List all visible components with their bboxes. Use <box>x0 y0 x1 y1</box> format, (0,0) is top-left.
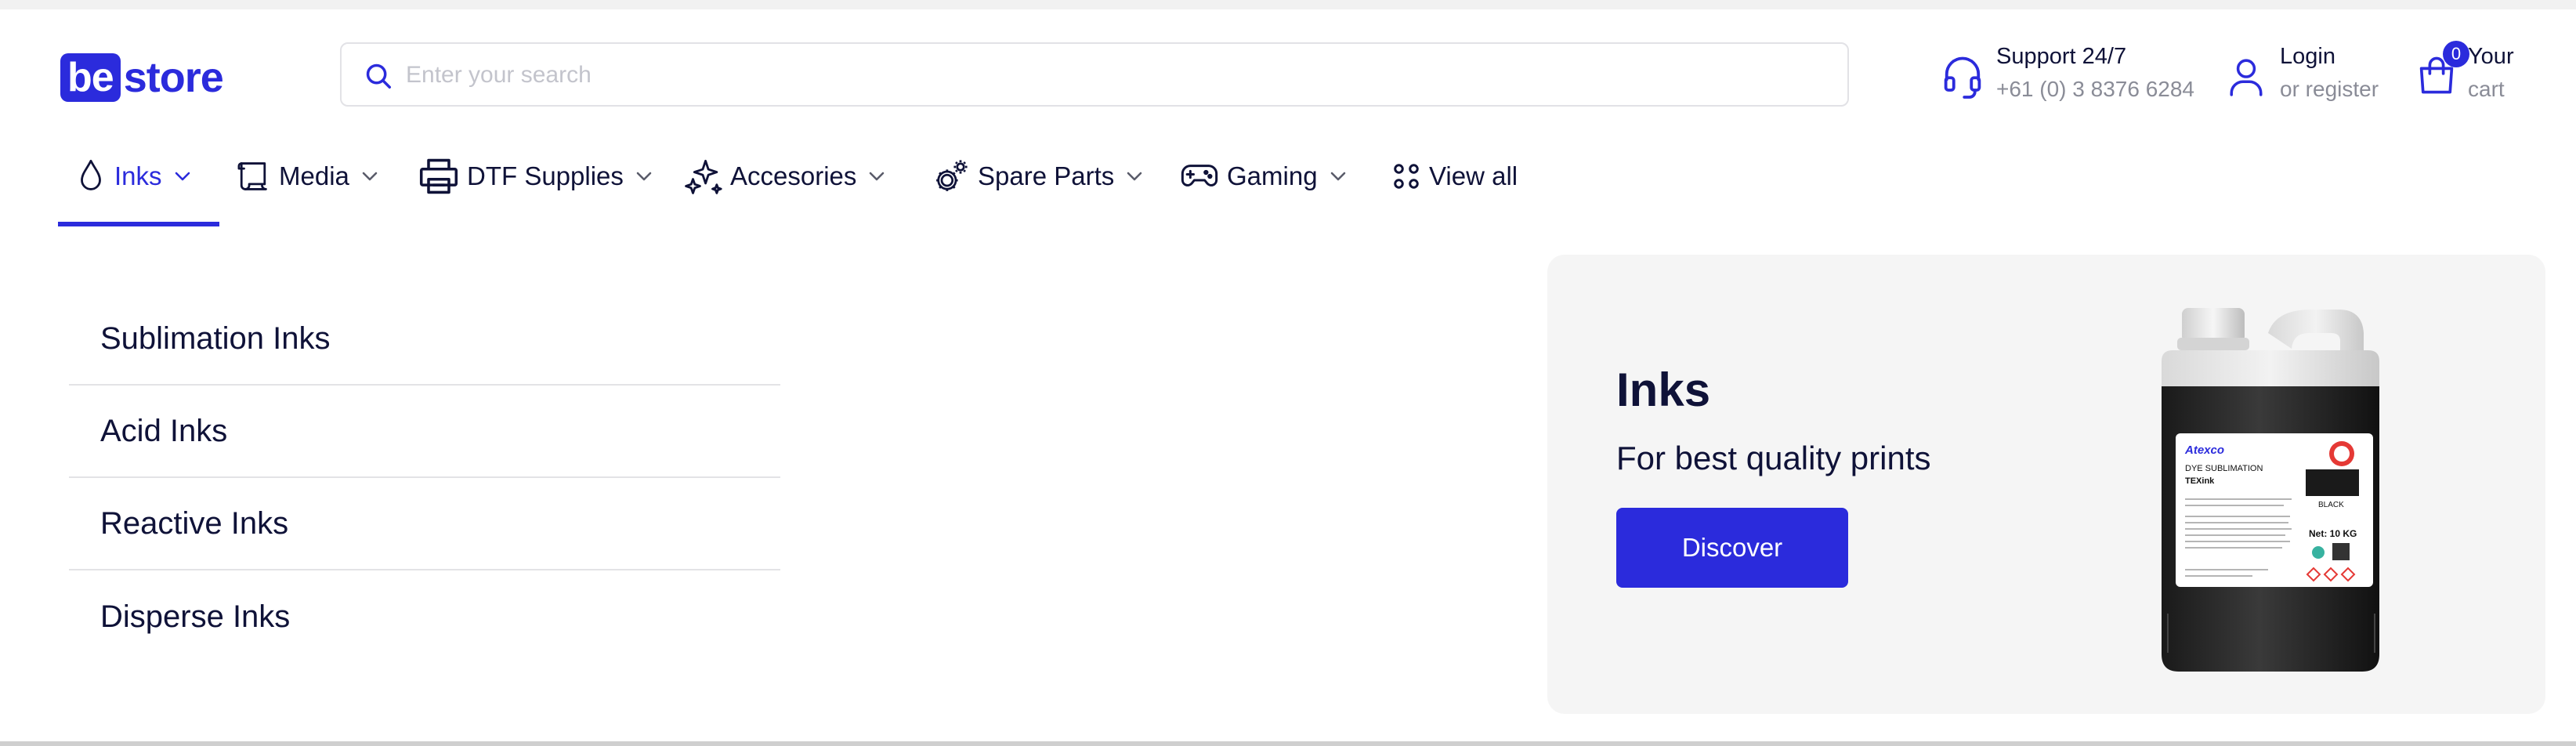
label-brand: Atexco <box>2184 444 2224 457</box>
chevron-down-icon <box>175 172 190 181</box>
promo-title: Inks <box>1616 364 1711 416</box>
login-link[interactable]: Login <box>2280 41 2379 72</box>
headset-icon <box>1944 56 1981 99</box>
printer-icon <box>419 158 458 194</box>
cart-count-badge: 0 <box>2443 41 2469 67</box>
label-net: Net: 10 KG <box>2309 528 2357 539</box>
label-line1: DYE SUBLIMATION <box>2185 464 2263 473</box>
chevron-down-icon <box>1127 172 1142 181</box>
support-phone[interactable]: +61 (0) 3 8376 6284 <box>1996 72 2194 107</box>
search-icon <box>366 63 391 89</box>
cart-subtitle: cart <box>2468 77 2505 101</box>
chevron-down-icon <box>870 172 885 181</box>
nav-item-view-all[interactable]: View all <box>1391 149 1518 204</box>
gamepad-icon <box>1181 165 1218 186</box>
promo-card: Inks For best quality prints Discover At… <box>1547 255 2545 714</box>
nav-label: Gaming <box>1227 161 1318 190</box>
chevron-down-icon <box>1330 172 1345 181</box>
label-line2: TEXink <box>2185 476 2215 486</box>
inks-submenu: Sublimation Inks Acid Inks Reactive Inks… <box>69 293 780 663</box>
support-block[interactable]: Support 24/7 +61 (0) 3 8376 6284 <box>1941 41 2194 107</box>
main-nav: Inks Media DTF Supplies Accesories Spare <box>0 149 2576 204</box>
nav-label: DTF Supplies <box>467 161 624 190</box>
nav-label: Spare Parts <box>978 161 1115 190</box>
support-title: Support 24/7 <box>1996 44 2127 69</box>
ink-jug-image: Atexco DYE SUBLIMATION TEXink BLACK Net:… <box>2162 308 2379 672</box>
scroll-icon <box>237 162 267 190</box>
user-icon <box>2230 59 2263 96</box>
nav-item-gaming[interactable]: Gaming <box>1180 149 1348 204</box>
gears-icon <box>936 160 968 191</box>
nav-label: Accesories <box>730 161 857 190</box>
label-color: BLACK <box>2318 501 2344 509</box>
promo-subtitle: For best quality prints <box>1616 440 1931 476</box>
submenu-item-reactive-inks[interactable]: Reactive Inks <box>69 478 780 570</box>
nav-item-accesories[interactable]: Accesories <box>683 149 886 204</box>
nav-item-dtf-supplies[interactable]: DTF Supplies <box>418 149 653 204</box>
top-strip <box>0 0 2576 9</box>
search-bar[interactable] <box>340 42 1849 107</box>
cart-title: Your <box>2468 44 2514 69</box>
chevron-down-icon <box>362 172 378 181</box>
submenu-item-disperse-inks[interactable]: Disperse Inks <box>69 570 780 663</box>
logo-box: be <box>60 53 121 102</box>
nav-item-media[interactable]: Media <box>235 149 379 204</box>
account-block[interactable]: Login or register <box>2227 41 2379 107</box>
nav-label: Inks <box>114 161 162 190</box>
register-link[interactable]: or register <box>2280 72 2379 107</box>
grid-dots-icon <box>1394 164 1419 189</box>
logo[interactable]: be store <box>60 53 224 102</box>
nav-label: Media <box>279 161 349 190</box>
nav-item-spare-parts[interactable]: Spare Parts <box>932 149 1144 204</box>
active-tab-indicator <box>58 222 219 226</box>
droplet-icon <box>81 159 101 190</box>
bottom-divider <box>0 741 2576 746</box>
chevron-down-icon <box>636 172 652 181</box>
logo-text: store <box>123 54 224 101</box>
sparkles-icon <box>685 159 722 194</box>
submenu-item-acid-inks[interactable]: Acid Inks <box>69 386 780 478</box>
discover-button[interactable]: Discover <box>1616 508 1848 588</box>
search-input[interactable] <box>404 56 1818 94</box>
nav-item-inks[interactable]: Inks <box>75 149 192 204</box>
nav-label: View all <box>1429 161 1518 190</box>
submenu-item-sublimation-inks[interactable]: Sublimation Inks <box>69 293 780 386</box>
